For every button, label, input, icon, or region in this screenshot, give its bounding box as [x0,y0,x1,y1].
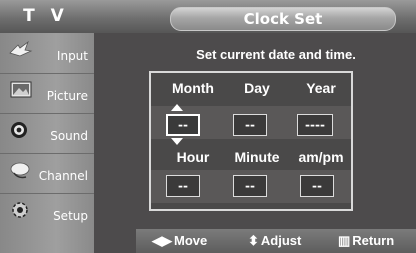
picture-icon [10,81,32,98]
sidebar-item-input[interactable]: Input [0,33,94,74]
year-label: Year [306,80,336,96]
footer-hints: ◀▶ Move ⬍ Adjust ▥ Return [136,229,416,253]
page-title: Clock Set [170,7,396,31]
return-hint: ▥ Return [338,233,394,249]
sidebar-item-label: Input [56,49,88,63]
move-hint: ◀▶ Move [152,233,207,249]
minute-label: Minute [234,149,280,165]
ampm-label: am/pm [298,149,344,165]
sidebar: Input Picture Sound Channel Setup [0,33,94,253]
input-icon [9,40,33,57]
instruction-text: Set current date and time. [196,47,356,62]
sidebar-item-picture[interactable]: Picture [0,73,94,114]
day-field[interactable]: -- [233,114,267,136]
year-field[interactable]: ---- [297,114,333,136]
sidebar-item-label: Channel [38,169,88,183]
hour-field[interactable]: -- [166,175,200,197]
sidebar-item-label: Picture [46,89,88,103]
move-label: Move [174,233,208,248]
adjust-label: Adjust [260,233,302,248]
tv-osd-screen: T V Clock Set Input Picture Sound Channe… [0,0,416,253]
month-label: Month [172,80,214,96]
sidebar-item-setup[interactable]: Setup [0,193,94,233]
up-down-arrows-icon: ⬍ [248,233,259,248]
day-label: Day [244,80,270,96]
sidebar-item-label: Sound [50,129,88,143]
setup-icon [12,202,28,218]
month-field[interactable]: -- [166,114,200,136]
return-label: Return [352,233,395,248]
sidebar-item-sound[interactable]: Sound [0,113,94,154]
minute-field[interactable]: -- [233,175,267,197]
sidebar-item-channel[interactable]: Channel [0,153,94,194]
menu-icon: ▥ [338,233,351,248]
adjust-hint: ⬍ Adjust [248,233,301,249]
channel-icon [10,162,30,179]
ampm-field[interactable]: -- [300,175,334,197]
sound-icon [11,122,27,138]
hour-label: Hour [176,149,210,165]
left-right-arrows-icon: ◀▶ [152,233,172,248]
tv-label: T V [23,6,69,26]
increase-arrow-icon[interactable] [171,104,183,111]
sidebar-item-label: Setup [53,209,88,223]
decrease-arrow-icon[interactable] [171,138,183,145]
menu-header: T V Clock Set [0,0,416,33]
